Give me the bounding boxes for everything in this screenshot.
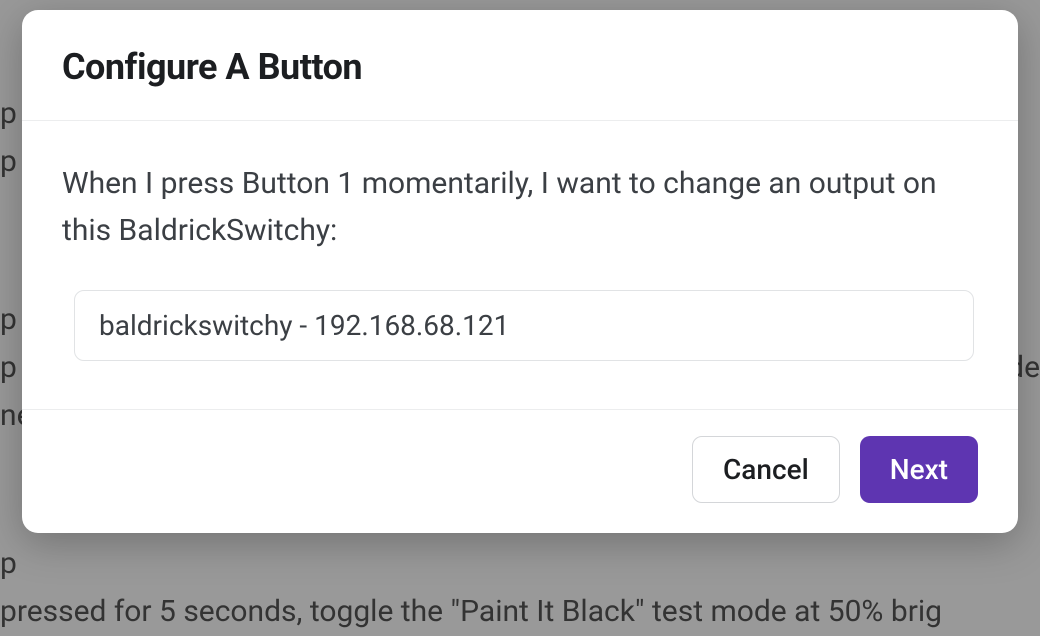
configure-button-modal: Configure A Button When I press Button 1… xyxy=(22,10,1018,533)
modal-header: Configure A Button xyxy=(22,10,1018,121)
modal-body: When I press Button 1 momentarily, I wan… xyxy=(22,121,1018,409)
modal-footer: Cancel Next xyxy=(22,409,1018,533)
modal-prompt: When I press Button 1 momentarily, I wan… xyxy=(62,161,978,254)
modal-title: Configure A Button xyxy=(62,46,978,88)
next-button[interactable]: Next xyxy=(860,436,978,503)
device-select-wrapper: baldrickswitchy - 192.168.68.121 xyxy=(74,290,974,361)
bg-line: p xyxy=(0,540,1040,588)
bg-line: pressed for 5 seconds, toggle the "Paint… xyxy=(0,588,1040,636)
device-select[interactable]: baldrickswitchy - 192.168.68.121 xyxy=(74,290,974,361)
cancel-button[interactable]: Cancel xyxy=(692,436,840,503)
